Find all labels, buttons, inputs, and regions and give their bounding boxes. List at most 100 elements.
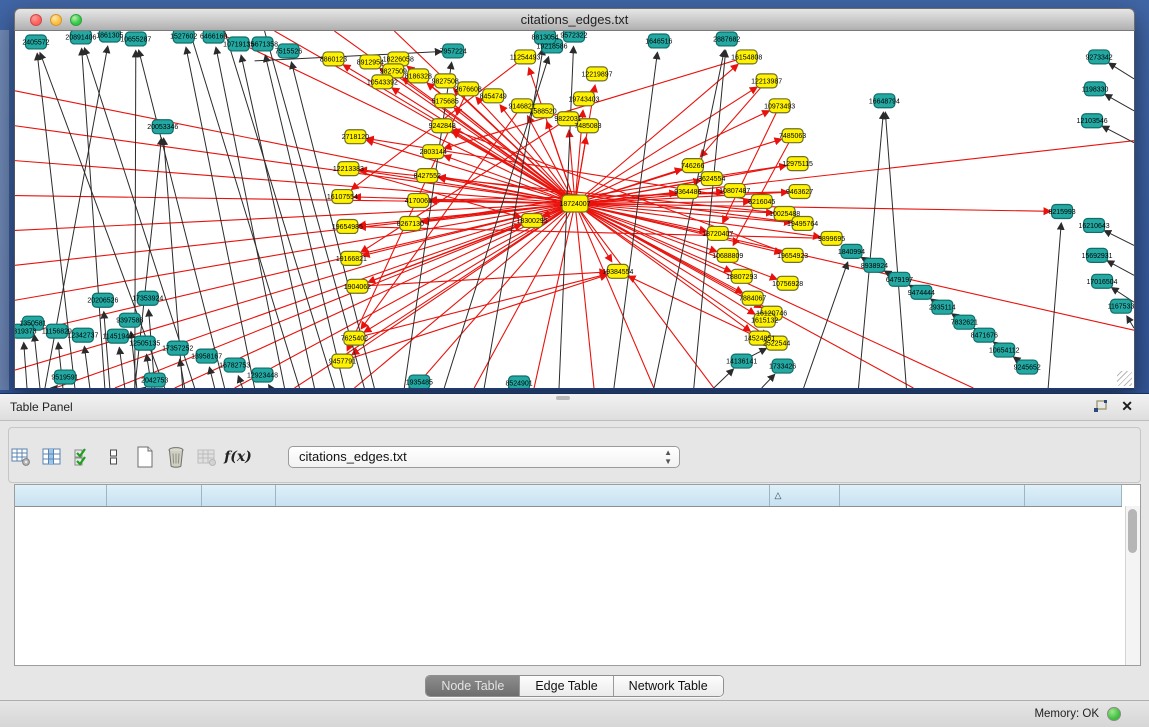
table-row[interactable]: [15, 538, 1121, 554]
table-row[interactable]: [15, 506, 1121, 522]
table-cell: [839, 634, 1024, 650]
graph-edge: [575, 204, 594, 388]
graph-node-label: 16648794: [869, 98, 900, 105]
graph-node-label: 18300295: [517, 218, 548, 225]
graph-node-label: 1198330: [1082, 86, 1109, 93]
column-header-year[interactable]: [201, 485, 275, 506]
table-cell: [106, 506, 201, 522]
graph-edge: [84, 347, 89, 388]
table-cell: [275, 570, 769, 586]
table-settings-icon[interactable]: [10, 445, 32, 469]
table-cell: [275, 586, 769, 602]
column-header-out-de-[interactable]: △: [769, 485, 839, 506]
table-cell: [839, 538, 1024, 554]
graph-node-label: 1733426: [769, 364, 796, 371]
table-row[interactable]: [15, 570, 1121, 586]
table-row[interactable]: [15, 602, 1121, 618]
import-table-icon[interactable]: [196, 445, 218, 469]
graph-node-label: 9463627: [786, 189, 813, 196]
network-graph[interactable]: 1872400788601238912954182260589827509105…: [15, 31, 1134, 388]
graph-node-label: 1615132: [751, 318, 778, 325]
graph-edge: [186, 48, 254, 388]
table-row[interactable]: [15, 634, 1121, 650]
tab-network-table[interactable]: Network Table: [614, 676, 723, 696]
graph-node-label: 6479197: [886, 277, 913, 284]
graph-edge: [15, 204, 575, 371]
column-header-short[interactable]: [839, 485, 1024, 506]
table-cell: [201, 538, 275, 554]
table-panel-header: Table Panel ✕: [0, 394, 1149, 421]
table-cell: [15, 634, 106, 650]
graph-node-label: 12342737: [67, 333, 98, 340]
close-panel-icon[interactable]: ✕: [1121, 398, 1133, 414]
table-selector-dropdown[interactable]: citations_edges.txt ▲▼: [288, 446, 680, 468]
delete-table-icon[interactable]: [165, 445, 187, 469]
graph-edge: [804, 263, 848, 388]
table-scrollbar-thumb[interactable]: [1128, 509, 1137, 553]
graph-node-label: 16120746: [756, 311, 787, 318]
table-cell: [201, 634, 275, 650]
table-cell: [275, 650, 769, 666]
minimize-traffic-light-icon[interactable]: [50, 14, 62, 26]
table-cell: [1024, 650, 1121, 666]
graph-edge: [694, 51, 726, 388]
graph-node-label: 8860123: [320, 56, 347, 63]
graph-node-label: 11451947: [103, 334, 134, 341]
table-cell: [1024, 522, 1121, 538]
float-panel-icon[interactable]: [1093, 400, 1107, 413]
network-canvas[interactable]: 1872400788601238912954182260589827509105…: [14, 31, 1135, 390]
graph-node-label: 19166821: [336, 256, 367, 263]
graph-node-label: 7884067: [739, 296, 766, 303]
window-resize-grip[interactable]: [1117, 371, 1132, 386]
table-cell: [839, 586, 1024, 602]
close-traffic-light-icon[interactable]: [30, 14, 42, 26]
graph-node-label: 8938924: [861, 263, 888, 270]
graph-node-label: 12213383: [333, 166, 364, 173]
graph-edge: [241, 56, 314, 388]
tab-node-table[interactable]: Node Table: [426, 676, 520, 696]
function-builder-icon[interactable]: f(x): [227, 445, 249, 469]
column-header-title[interactable]: [275, 485, 769, 506]
table-cell: [769, 554, 839, 570]
graph-node-label: 6216045: [748, 199, 775, 206]
graph-node-label: 19654985: [332, 224, 363, 231]
table-row[interactable]: [15, 522, 1121, 538]
row-height-icon[interactable]: [103, 445, 125, 469]
toggle-columns-icon[interactable]: [72, 445, 94, 469]
select-columns-icon[interactable]: [41, 445, 63, 469]
table-panel-resize-handle[interactable]: [556, 396, 570, 400]
table-cell: [201, 586, 275, 602]
graph-node-label: 7485063: [779, 133, 806, 140]
table-row[interactable]: [15, 618, 1121, 634]
graph-node-label: 16107554: [327, 194, 358, 201]
table-cell: [839, 506, 1024, 522]
table-row[interactable]: [15, 650, 1121, 666]
column-header-in-degree[interactable]: [106, 485, 201, 506]
graph-edge: [575, 204, 750, 332]
graph-node-label: 9457791: [329, 359, 356, 366]
table-cell: [15, 522, 106, 538]
table-row[interactable]: [15, 586, 1121, 602]
table-cell: [201, 618, 275, 634]
graph-node-label: 11254493: [510, 54, 541, 61]
new-table-icon[interactable]: [134, 445, 156, 469]
graph-node-label: 1935485: [406, 380, 433, 387]
table-panel: Table Panel ✕: [0, 393, 1149, 727]
status-bar: Memory: OK: [0, 700, 1149, 727]
table-cell: [275, 634, 769, 650]
table-cell: [201, 570, 275, 586]
graph-edge: [104, 312, 110, 388]
graph-node-label: 12219897: [581, 71, 612, 78]
table-cell: [15, 506, 106, 522]
table-scrollbar[interactable]: [1125, 506, 1140, 665]
tab-edge-table[interactable]: Edge Table: [520, 676, 613, 696]
memory-status-indicator[interactable]: [1107, 707, 1121, 721]
table-row[interactable]: [15, 554, 1121, 570]
zoom-traffic-light-icon[interactable]: [70, 14, 82, 26]
network-window-titlebar[interactable]: citations_edges.txt: [14, 8, 1135, 31]
graph-node-label: 1861305: [96, 32, 123, 39]
column-header-pagerank[interactable]: [1024, 485, 1121, 506]
graph-node-label: 2803144: [420, 149, 447, 156]
column-header-name[interactable]: [15, 485, 106, 506]
graph-node-label: 2935114: [929, 305, 956, 312]
